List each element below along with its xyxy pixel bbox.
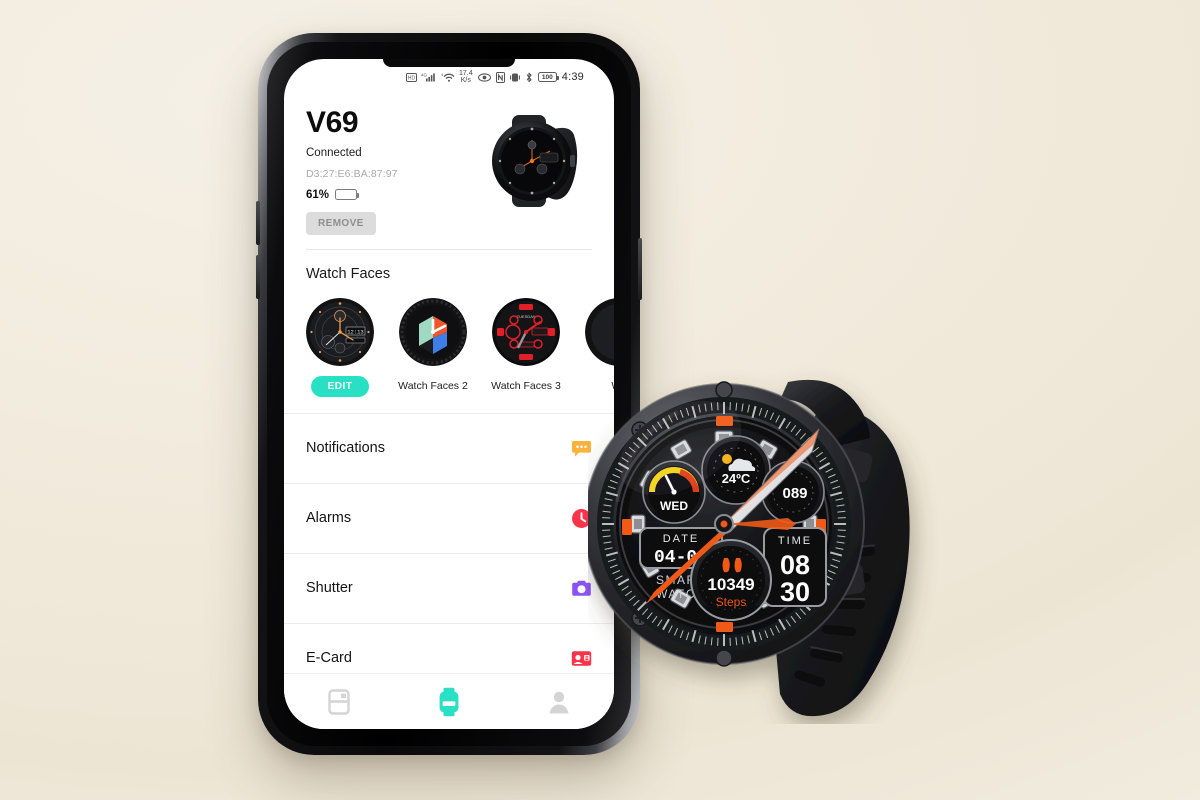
- device-battery-percent: 61%: [306, 188, 330, 201]
- watch-right-counter: 089: [782, 485, 807, 502]
- network-speed: 17.4 K/s: [459, 70, 473, 84]
- device-connection-status: Connected: [306, 146, 362, 159]
- watch-steps-value: 10349: [707, 575, 754, 594]
- device-header: V69 Connected D3:27:E6:BA:87:97 61% REMO…: [284, 89, 614, 235]
- watch-time-label: TIME: [778, 535, 812, 547]
- v69-smartwatch-hero-photo: 0000150300450600750901051201351501651801…: [583, 352, 968, 724]
- watch-face-item-2[interactable]: Watch Faces 2: [397, 297, 469, 397]
- watch-face-1-skeleton-orange[interactable]: 12:13: [306, 297, 374, 366]
- watch-face-3-red-tactical[interactable]: TUESDAY: [492, 297, 560, 366]
- watch-time-hours: 08: [780, 550, 810, 580]
- watch-weekday: WED: [660, 499, 688, 513]
- watch-face-item-1[interactable]: 12:13 EDIT: [304, 297, 376, 397]
- watch-weather-temp: 24ºC: [722, 471, 751, 486]
- eye-icon: [477, 72, 491, 82]
- nav-device-card[interactable]: [284, 688, 394, 716]
- network-speed-value: 17.4: [459, 70, 473, 77]
- bottom-navigation: [284, 673, 614, 729]
- watch-date-label: DATE: [663, 533, 700, 545]
- watch-face-edit-button[interactable]: EDIT: [310, 375, 370, 397]
- watch-faces-row[interactable]: 12:13 EDIT Watch Faces 2 TUESDAY Watch F…: [284, 282, 614, 397]
- menu-item-notifications[interactable]: Notifications: [284, 412, 614, 483]
- status-clock: 4:39: [561, 71, 584, 83]
- status-battery-icon: 100: [537, 72, 559, 82]
- watch-face-item-3[interactable]: TUESDAY Watch Faces 3: [490, 297, 562, 397]
- nfc-icon: [495, 71, 505, 83]
- phone-bezel: HD 4G 4 17.4 K/s 100 4:39 V69 Connected …: [267, 42, 631, 746]
- watch-face-2-color-cube[interactable]: [399, 297, 467, 366]
- volume-down-button[interactable]: [256, 255, 260, 299]
- vibrate-alarm-icon: [509, 72, 520, 83]
- menu-item-alarms-label: Alarms: [306, 510, 352, 526]
- menu-item-shutter[interactable]: Shutter: [284, 552, 614, 623]
- watch-face-3-label: Watch Faces 3: [491, 379, 561, 392]
- network-speed-unit: K/s: [460, 77, 471, 84]
- volume-up-button[interactable]: [256, 201, 260, 245]
- device-name: V69: [306, 106, 359, 139]
- menu-item-notifications-label: Notifications: [306, 440, 385, 456]
- status-battery-level: 100: [541, 73, 553, 81]
- svg-text:4: 4: [441, 72, 444, 77]
- menu-item-shutter-label: Shutter: [306, 580, 353, 596]
- device-info: V69 Connected D3:27:E6:BA:87:97 61% REMO…: [306, 103, 484, 235]
- svg-text:TUESDAY: TUESDAY: [517, 314, 536, 319]
- watch-time-minutes: 30: [780, 577, 810, 607]
- hd-icon: HD: [406, 72, 417, 82]
- menu-item-alarms[interactable]: Alarms: [284, 482, 614, 553]
- bluetooth-icon: [525, 72, 533, 83]
- menu-item-ecard-label: E-Card: [306, 650, 352, 666]
- phone-device: HD 4G 4 17.4 K/s 100 4:39 V69 Connected …: [256, 33, 642, 755]
- watch-face-2-label: Watch Faces 2: [398, 379, 468, 392]
- phone-notch: [383, 59, 515, 67]
- device-mac-address: D3:27:E6:BA:87:97: [306, 167, 398, 180]
- watch-steps-label: Steps: [716, 595, 747, 609]
- settings-menu: Notifications Alarms Shutter E-Card: [284, 412, 614, 693]
- svg-text:12:13: 12:13: [347, 328, 364, 335]
- phone-screen: HD 4G 4 17.4 K/s 100 4:39 V69 Connected …: [284, 59, 614, 729]
- remove-device-button[interactable]: REMOVE: [306, 211, 376, 235]
- device-battery-icon: [335, 189, 360, 200]
- wifi-icon: 4: [441, 72, 455, 82]
- svg-text:4G: 4G: [421, 73, 428, 78]
- power-button[interactable]: [638, 238, 642, 300]
- watch-faces-title: Watch Faces: [306, 265, 391, 282]
- svg-text:HD: HD: [408, 75, 416, 81]
- signal-4g-icon: 4G: [421, 72, 437, 82]
- device-battery: 61%: [306, 189, 484, 201]
- nav-watch[interactable]: [394, 687, 504, 717]
- device-thumbnail: [484, 107, 592, 215]
